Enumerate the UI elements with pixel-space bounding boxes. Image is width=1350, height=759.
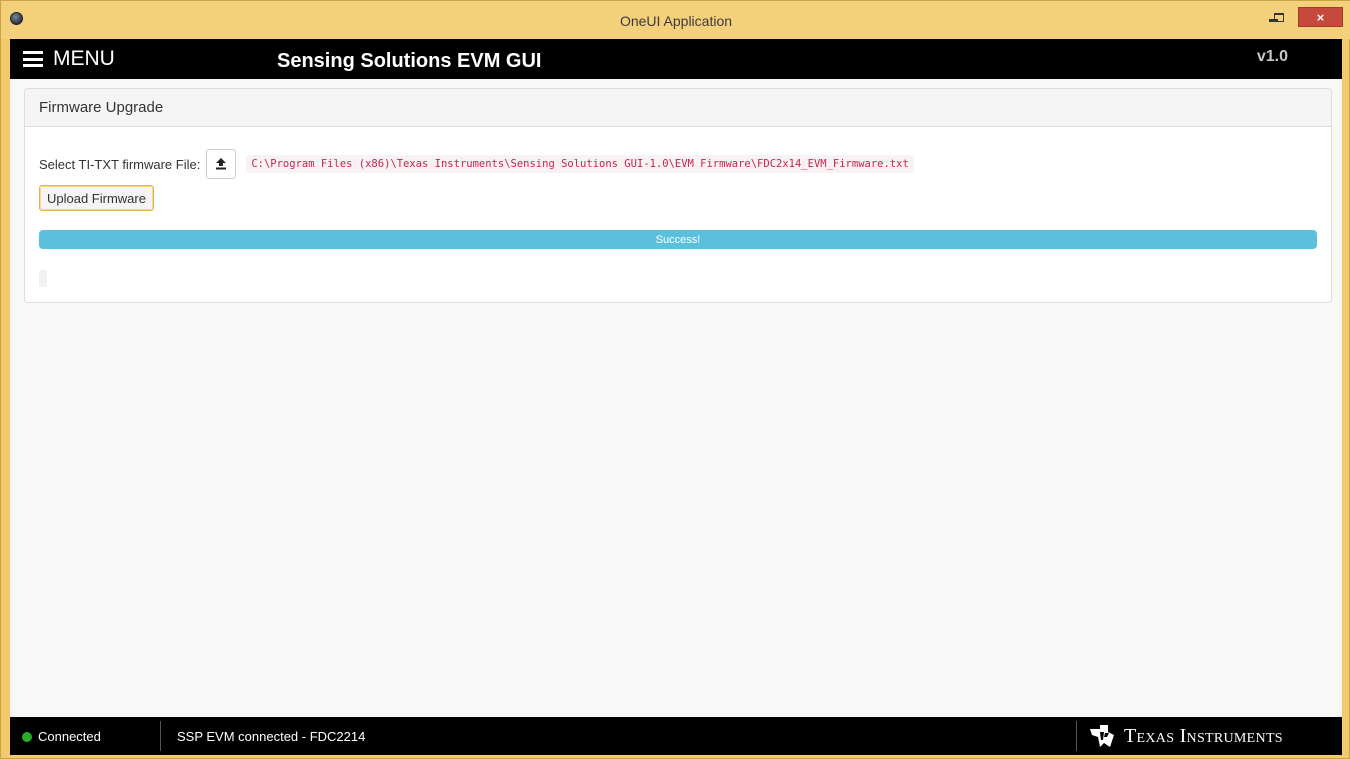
app-header: MENU Sensing Solutions EVM GUI v1.0 (10, 39, 1342, 79)
maximize-icon (1274, 12, 1284, 22)
window-title: OneUI Application (619, 13, 733, 29)
file-path: C:\Program Files (x86)\Texas Instruments… (246, 155, 914, 173)
ti-logo: Texas Instruments (1088, 722, 1283, 750)
maximize-button[interactable] (1269, 6, 1289, 28)
browse-file-button[interactable] (206, 149, 237, 179)
upload-progress-bar: Success! (39, 230, 1317, 249)
file-select-label: Select TI-TXT firmware File: (39, 156, 201, 172)
upload-icon (216, 158, 227, 170)
status-divider (1076, 721, 1077, 751)
file-select-row: Select TI-TXT firmware File: C:\Program … (39, 149, 914, 179)
app-window: OneUI Application × MENU Sensing Solutio… (0, 0, 1350, 759)
connection-status: Connected (22, 729, 101, 744)
close-icon: × (1316, 9, 1325, 25)
main-content: Firmware Upgrade Select TI-TXT firmware … (10, 79, 1342, 717)
upload-firmware-button[interactable]: Upload Firmware (39, 185, 154, 211)
menu-button[interactable]: MENU (23, 46, 115, 72)
status-bar: Connected SSP EVM connected - FDC2214 Te… (10, 717, 1342, 755)
close-button[interactable]: × (1298, 7, 1343, 27)
panel-heading: Firmware Upgrade (25, 89, 1331, 127)
app-title: Sensing Solutions EVM GUI (277, 50, 542, 72)
ti-logo-icon (1090, 725, 1114, 747)
status-divider (160, 721, 161, 751)
title-bar[interactable]: OneUI Application × (1, 1, 1350, 39)
firmware-upgrade-panel: Firmware Upgrade Select TI-TXT firmware … (24, 88, 1332, 303)
ti-logo-text: Texas Instruments (1124, 724, 1283, 747)
connection-label: Connected (38, 729, 101, 744)
log-placeholder (39, 270, 47, 287)
menu-label: MENU (53, 47, 115, 70)
status-message: SSP EVM connected - FDC2214 (177, 729, 366, 744)
version-label: v1.0 (1256, 48, 1288, 65)
progress-fill: Success! (39, 230, 1317, 249)
hamburger-icon (23, 51, 43, 67)
connected-indicator-icon (22, 731, 32, 742)
